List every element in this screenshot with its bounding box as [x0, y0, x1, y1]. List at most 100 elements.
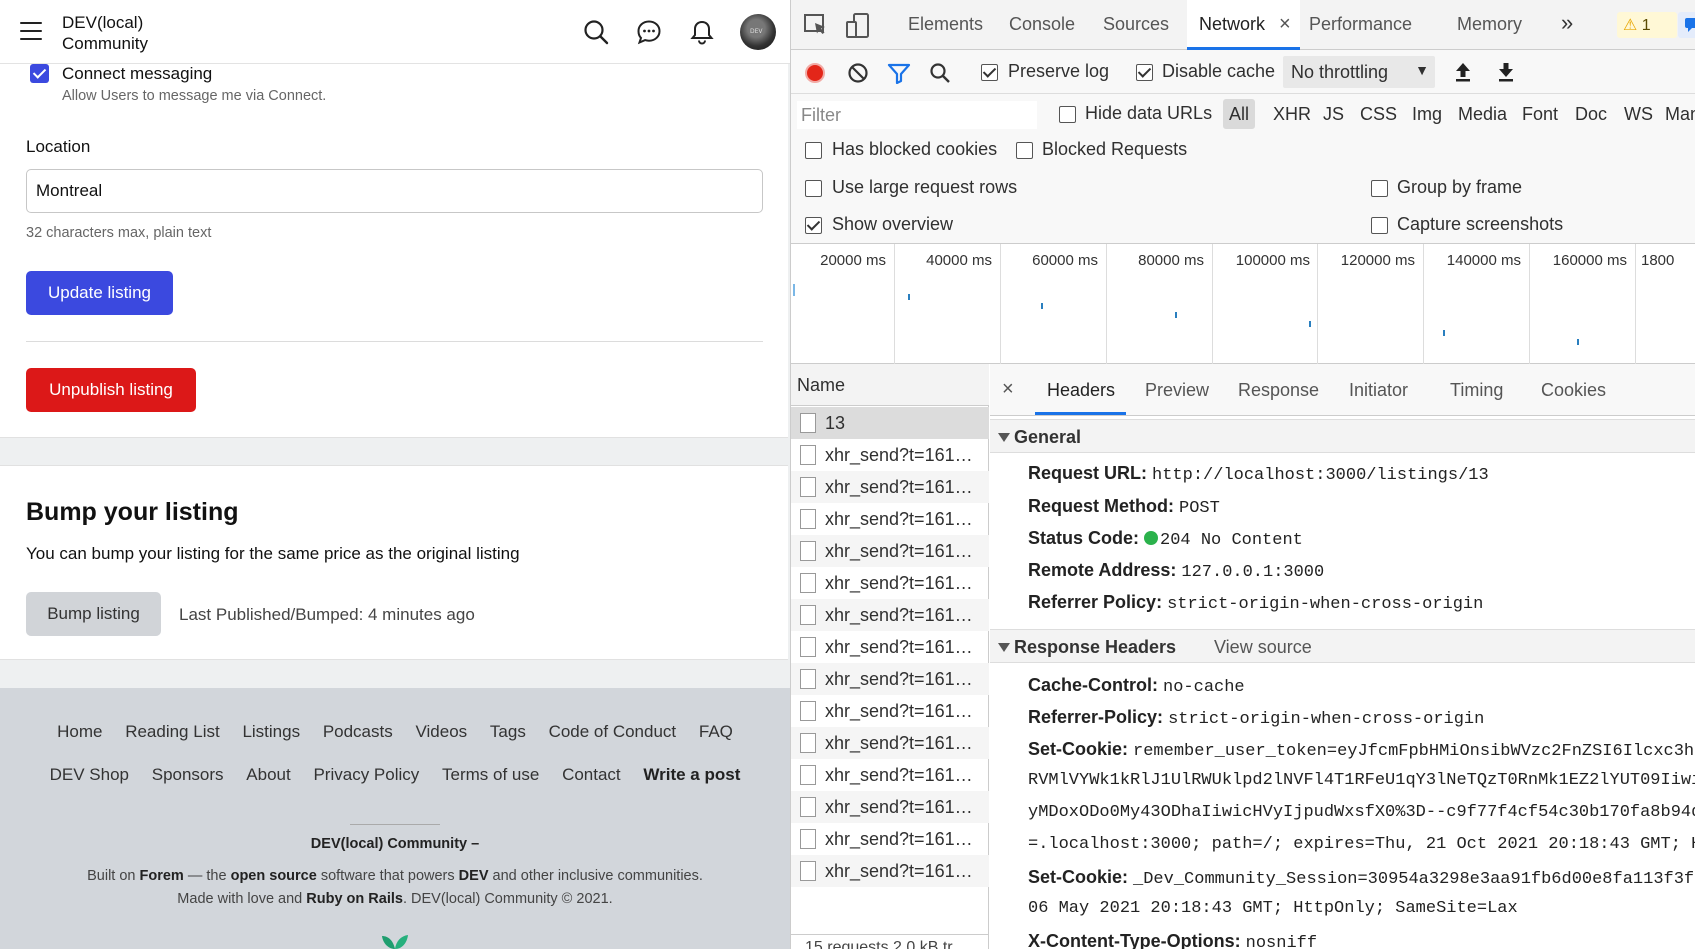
detail-tab-cookies[interactable]: Cookies	[1541, 380, 1606, 401]
blocked-requests-checkbox[interactable]	[1016, 142, 1033, 159]
type-filter-ws[interactable]: WS	[1624, 104, 1653, 125]
detail-tab-headers[interactable]: Headers	[1047, 380, 1115, 401]
overview-tick-label: 1800	[1641, 252, 1675, 269]
footer-link[interactable]: Privacy Policy	[313, 765, 419, 784]
request-row[interactable]: 13	[791, 407, 989, 439]
type-filter-js[interactable]: JS	[1323, 104, 1344, 125]
disable-cache-checkbox[interactable]	[1136, 64, 1153, 81]
connect-messaging-checkbox[interactable]	[30, 64, 49, 83]
view-source-link[interactable]: View source	[1214, 637, 1312, 658]
messages-badge[interactable]	[1678, 12, 1695, 38]
forem-link[interactable]: Forem	[140, 868, 184, 884]
detail-tab-initiator[interactable]: Initiator	[1349, 380, 1408, 401]
request-row[interactable]: xhr_send?t=161…	[791, 855, 989, 887]
chat-icon[interactable]	[635, 18, 663, 46]
footer-link[interactable]: About	[246, 765, 290, 784]
more-tabs-icon[interactable]: »	[1561, 10, 1573, 36]
request-row[interactable]: xhr_send?t=161…	[791, 663, 989, 695]
document-icon	[800, 477, 816, 497]
import-har-icon[interactable]	[1453, 61, 1473, 83]
export-har-icon[interactable]	[1496, 61, 1516, 83]
footer-link[interactable]: FAQ	[699, 722, 733, 741]
hamburger-menu-icon[interactable]	[20, 22, 42, 40]
request-name: xhr_send?t=161…	[825, 765, 973, 785]
dev-link[interactable]: DEV	[459, 868, 489, 884]
footer-link[interactable]: Code of Conduct	[549, 722, 677, 741]
type-filter-media[interactable]: Media	[1458, 104, 1507, 125]
detail-tab-preview[interactable]: Preview	[1145, 380, 1209, 401]
unpublish-listing-button[interactable]: Unpublish listing	[26, 368, 196, 412]
detail-tab-timing[interactable]: Timing	[1450, 380, 1503, 401]
record-icon[interactable]	[805, 63, 825, 83]
filter-icon[interactable]	[887, 62, 911, 84]
type-filter-img[interactable]: Img	[1412, 104, 1442, 125]
device-toolbar-icon[interactable]	[845, 12, 871, 40]
search-icon[interactable]	[582, 18, 610, 46]
tab-network[interactable]: Network	[1199, 14, 1265, 35]
footer-link[interactable]: Terms of use	[442, 765, 539, 784]
site-brand[interactable]: DEV(local) Community	[62, 12, 202, 54]
footer-link[interactable]: Videos	[415, 722, 467, 741]
footer-link[interactable]: Sponsors	[152, 765, 224, 784]
warnings-badge[interactable]: ⚠ 1	[1617, 12, 1677, 38]
request-name: xhr_send?t=161…	[825, 797, 973, 817]
tab-performance[interactable]: Performance	[1309, 14, 1412, 35]
has-blocked-cookies-checkbox[interactable]	[805, 142, 822, 159]
request-row[interactable]: xhr_send?t=161…	[791, 503, 989, 535]
request-row[interactable]: xhr_send?t=161…	[791, 759, 989, 791]
tab-elements[interactable]: Elements	[908, 14, 983, 35]
type-filter-manifest[interactable]: Man	[1665, 104, 1695, 125]
detail-tab-response[interactable]: Response	[1238, 380, 1319, 401]
show-overview-checkbox[interactable]	[805, 217, 822, 234]
request-row[interactable]: xhr_send?t=161…	[791, 535, 989, 567]
request-row[interactable]: xhr_send?t=161…	[791, 695, 989, 727]
inspect-element-icon[interactable]	[803, 13, 829, 39]
request-row[interactable]: xhr_send?t=161…	[791, 727, 989, 759]
update-listing-button[interactable]: Update listing	[26, 271, 173, 315]
general-section-header[interactable]: General	[990, 419, 1695, 453]
footer-link[interactable]: Podcasts	[323, 722, 393, 741]
type-filter-xhr[interactable]: XHR	[1273, 104, 1311, 125]
request-row[interactable]: xhr_send?t=161…	[791, 567, 989, 599]
footer-link[interactable]: Reading List	[125, 722, 220, 741]
request-row[interactable]: xhr_send?t=161…	[791, 823, 989, 855]
type-filter-font[interactable]: Font	[1522, 104, 1558, 125]
rails-link[interactable]: Ruby on Rails	[306, 891, 403, 907]
name-column-header[interactable]: Name	[791, 364, 989, 406]
request-row[interactable]: xhr_send?t=161…	[791, 471, 989, 503]
close-detail-icon[interactable]: ×	[1002, 378, 1014, 401]
footer-link[interactable]: DEV Shop	[50, 765, 129, 784]
bump-listing-button[interactable]: Bump listing	[26, 592, 161, 636]
footer-link[interactable]: Tags	[490, 722, 526, 741]
tab-memory[interactable]: Memory	[1457, 14, 1522, 35]
search-icon[interactable]	[929, 62, 951, 84]
type-filter-doc[interactable]: Doc	[1575, 104, 1607, 125]
write-post-link[interactable]: Write a post	[643, 765, 740, 784]
request-row[interactable]: xhr_send?t=161…	[791, 599, 989, 631]
filter-input[interactable]: Filter	[797, 101, 1037, 129]
open-source-link[interactable]: open source	[231, 868, 317, 884]
throttling-select[interactable]: No throttling ▼	[1283, 56, 1435, 88]
hide-data-urls-checkbox[interactable]	[1059, 106, 1076, 123]
notification-bell-icon[interactable]	[688, 18, 716, 46]
capture-screenshots-checkbox[interactable]	[1371, 217, 1388, 234]
footer-link[interactable]: Listings	[242, 722, 300, 741]
footer-link[interactable]: Contact	[562, 765, 621, 784]
request-row[interactable]: xhr_send?t=161…	[791, 439, 989, 471]
footer-link[interactable]: Home	[57, 722, 102, 741]
request-row[interactable]: xhr_send?t=161…	[791, 631, 989, 663]
clear-icon[interactable]	[847, 62, 869, 84]
type-filter-css[interactable]: CSS	[1360, 104, 1397, 125]
tab-sources[interactable]: Sources	[1103, 14, 1169, 35]
request-row[interactable]: xhr_send?t=161…	[791, 791, 989, 823]
response-headers-section-header[interactable]: Response Headers View source	[990, 629, 1695, 663]
type-filter-all[interactable]: All	[1223, 99, 1255, 129]
preserve-log-checkbox[interactable]	[981, 64, 998, 81]
close-tab-icon[interactable]: ×	[1279, 13, 1291, 36]
large-rows-checkbox[interactable]	[805, 180, 822, 197]
network-overview[interactable]: 20000 ms 40000 ms 60000 ms 80000 ms 1000…	[791, 244, 1695, 364]
user-avatar[interactable]: DEV	[740, 14, 776, 50]
location-input[interactable]: Montreal	[26, 169, 763, 213]
group-by-frame-checkbox[interactable]	[1371, 180, 1388, 197]
tab-console[interactable]: Console	[1009, 14, 1075, 35]
